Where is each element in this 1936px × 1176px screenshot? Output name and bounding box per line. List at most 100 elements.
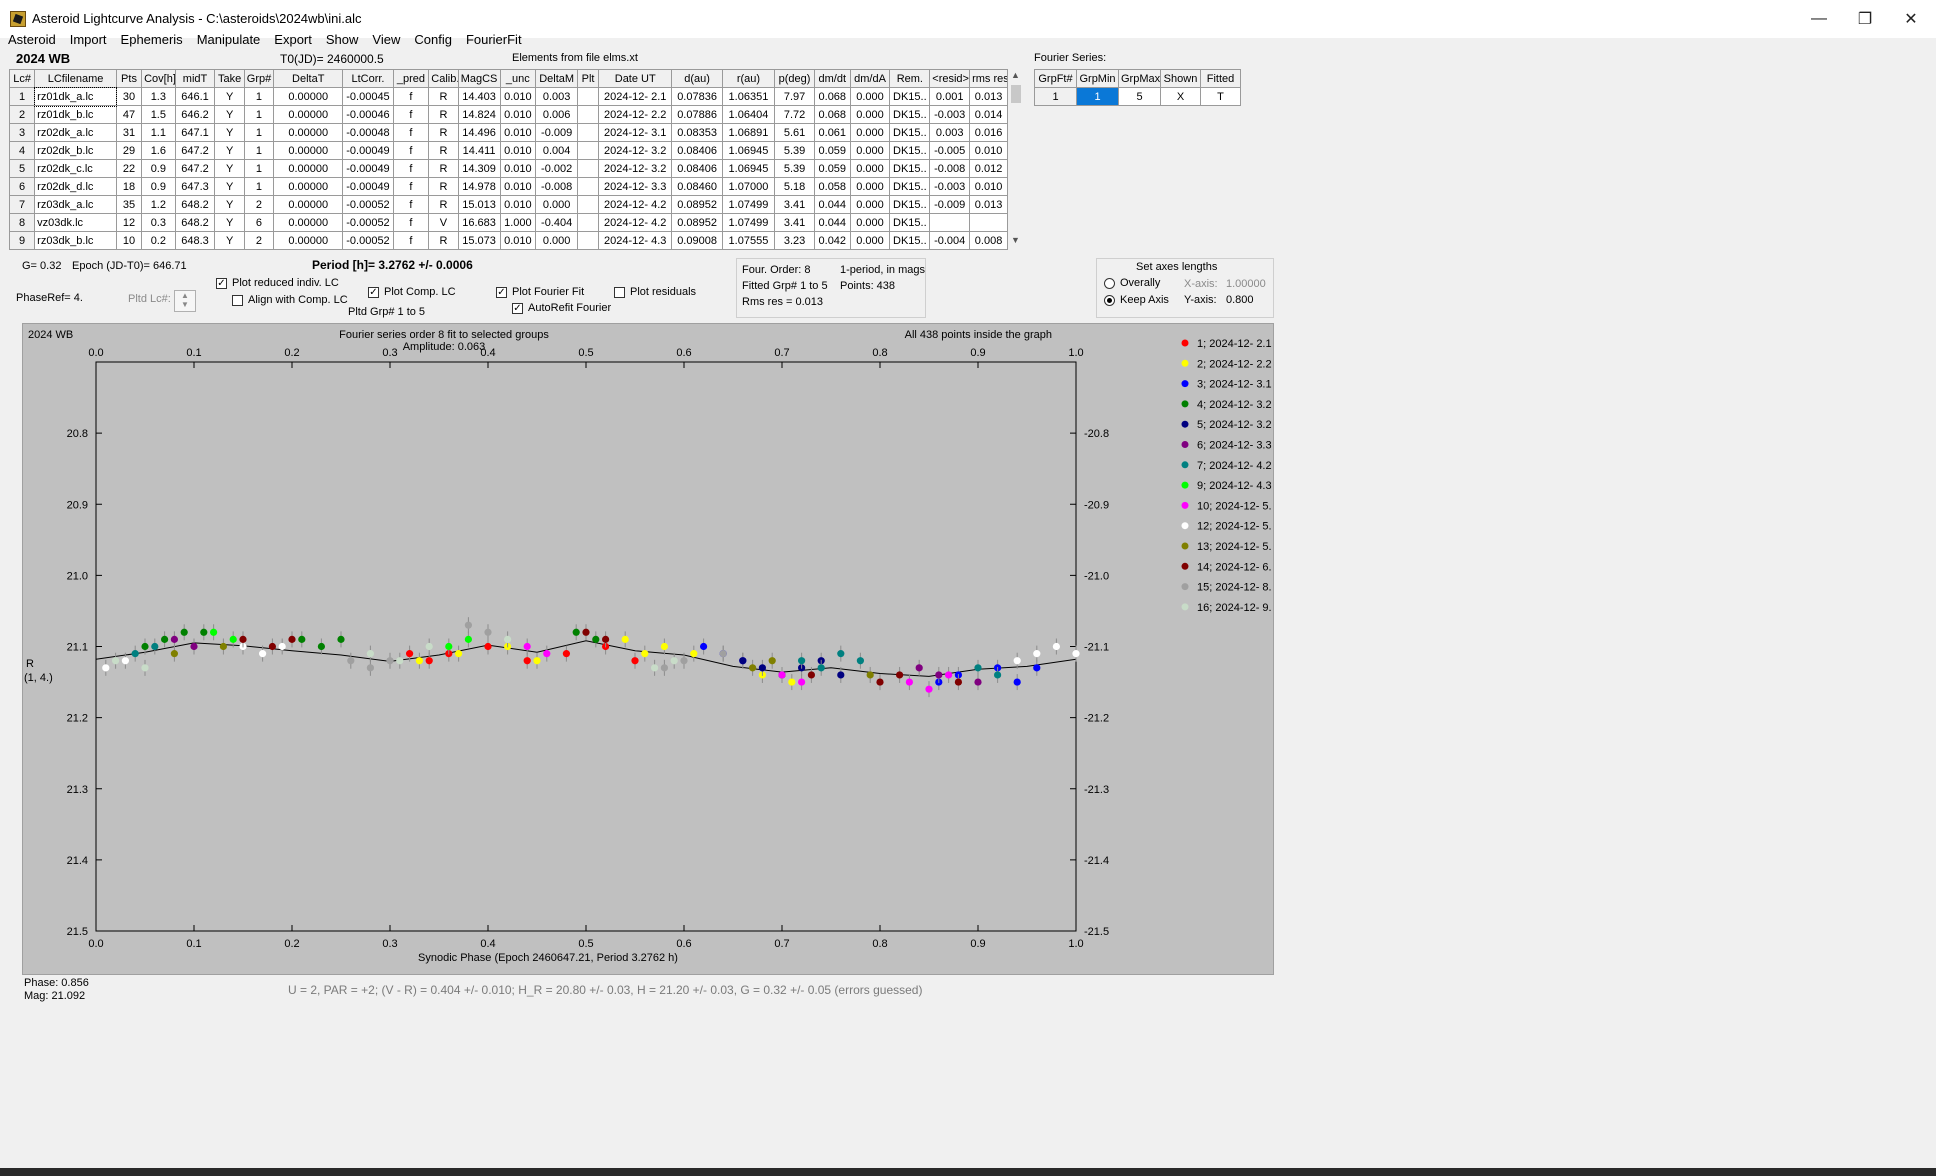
table-cell[interactable]: Y bbox=[214, 105, 245, 124]
table-cell[interactable]: 3.41 bbox=[774, 195, 815, 214]
table-cell[interactable]: R bbox=[428, 123, 459, 142]
table-cell[interactable]: 1.07499 bbox=[721, 195, 776, 214]
column-header[interactable]: Rem. bbox=[889, 69, 931, 88]
table-cell[interactable]: Y bbox=[214, 123, 245, 142]
table-row[interactable]: 1 rz01dk_a.lc 30 1.3 646.1 Y 1 0.00000 -0.00045 f… bbox=[8, 86, 1008, 107]
column-header[interactable]: midT bbox=[174, 69, 216, 88]
radio-on-icon[interactable] bbox=[1104, 294, 1115, 306]
table-cell[interactable]: 0.000 bbox=[849, 231, 891, 250]
table-cell[interactable]: 646.2 bbox=[174, 105, 216, 124]
table-cell[interactable]: 0.3 bbox=[141, 213, 176, 232]
column-header[interactable]: LtCorr. bbox=[342, 69, 394, 88]
table-cell[interactable]: 5.18 bbox=[774, 177, 815, 196]
checkbox-checked-icon[interactable]: ✓ bbox=[512, 302, 523, 314]
overally-radio[interactable]: Overally bbox=[1104, 277, 1160, 289]
table-cell[interactable]: 1.06404 bbox=[721, 105, 776, 124]
table-cell[interactable]: -0.008 bbox=[929, 159, 971, 178]
table-cell[interactable]: 0.08952 bbox=[671, 195, 723, 214]
table-cell[interactable]: 12 bbox=[115, 213, 143, 232]
fourier-series-table[interactable]: GrpFt# GrpMin GrpMax Shown Fitted 1 1 5 … bbox=[1034, 69, 1241, 106]
table-cell[interactable]: DK15.. bbox=[889, 141, 931, 160]
row-number[interactable]: 4 bbox=[8, 141, 36, 160]
table-cell[interactable]: 16.683 bbox=[457, 213, 501, 232]
table-cell[interactable]: 18 bbox=[115, 177, 143, 196]
table-cell[interactable]: f bbox=[392, 87, 430, 106]
table-cell[interactable]: 0.07886 bbox=[671, 105, 723, 124]
table-cell[interactable]: 2024-12- 3.3 bbox=[598, 177, 673, 196]
table-cell[interactable]: 3.41 bbox=[774, 213, 815, 232]
table-cell[interactable]: 0.000 bbox=[535, 231, 579, 250]
table-cell[interactable]: V bbox=[428, 213, 459, 232]
table-cell[interactable]: rz02dk_d.lc bbox=[34, 177, 117, 196]
table-cell[interactable]: 5.61 bbox=[774, 123, 815, 142]
table-cell[interactable]: 0.061 bbox=[813, 123, 851, 142]
table-cell[interactable] bbox=[577, 213, 600, 232]
table-cell[interactable]: 0.003 bbox=[535, 87, 579, 106]
table-cell[interactable]: 2024-12- 3.2 bbox=[598, 159, 673, 178]
table-cell[interactable]: 0.2 bbox=[141, 231, 176, 250]
table-row[interactable]: 9 rz03dk_b.lc 10 0.2 648.3 Y 2 0.00000 -0.00052 f… bbox=[8, 231, 1008, 250]
table-cell[interactable]: 0.000 bbox=[849, 87, 891, 106]
table-cell[interactable]: 647.3 bbox=[174, 177, 216, 196]
table-cell[interactable]: 0.08406 bbox=[671, 159, 723, 178]
table-cell[interactable]: 2024-12- 2.2 bbox=[598, 105, 673, 124]
table-cell[interactable]: -0.009 bbox=[535, 123, 579, 142]
table-cell[interactable]: 14.824 bbox=[457, 105, 501, 124]
table-cell[interactable]: f bbox=[392, 231, 430, 250]
table-cell[interactable]: 0.00000 bbox=[273, 195, 344, 214]
table-cell[interactable]: 22 bbox=[115, 159, 143, 178]
table-cell[interactable]: -0.003 bbox=[929, 177, 971, 196]
x-axis-value[interactable]: 1.00000 bbox=[1226, 278, 1266, 290]
table-cell[interactable]: 2024-12- 3.2 bbox=[598, 141, 673, 160]
table-cell[interactable]: R bbox=[428, 177, 459, 196]
table-row[interactable]: 3 rz02dk_a.lc 31 1.1 647.1 Y 1 0.00000 -0.00048 f… bbox=[8, 123, 1008, 142]
row-number[interactable]: 9 bbox=[8, 231, 36, 250]
table-cell[interactable]: R bbox=[428, 159, 459, 178]
table-cell[interactable]: f bbox=[392, 123, 430, 142]
table-row[interactable]: 2 rz01dk_b.lc 47 1.5 646.2 Y 1 0.00000 -0.00046 f… bbox=[8, 105, 1008, 124]
plot-reduced-checkbox[interactable]: ✓ Plot reduced indiv. LC bbox=[216, 277, 339, 289]
table-cell[interactable]: 1.1 bbox=[141, 123, 176, 142]
table-cell[interactable]: 2024-12- 4.3 bbox=[598, 231, 673, 250]
table-cell[interactable]: DK15.. bbox=[889, 159, 931, 178]
checkbox-checked-icon[interactable]: ✓ bbox=[496, 286, 507, 298]
table-cell[interactable]: 0.00000 bbox=[273, 177, 344, 196]
autorefit-checkbox[interactable]: ✓ AutoRefit Fourier bbox=[512, 302, 611, 314]
checkbox-checked-icon[interactable]: ✓ bbox=[368, 286, 379, 298]
table-cell[interactable]: Y bbox=[214, 141, 245, 160]
table-cell[interactable]: 1.07555 bbox=[721, 231, 776, 250]
table-cell[interactable]: 15.013 bbox=[457, 195, 501, 214]
table-cell[interactable]: rz02dk_b.lc bbox=[34, 141, 117, 160]
table-cell[interactable]: 2 bbox=[243, 195, 275, 214]
column-header[interactable]: Take bbox=[214, 69, 245, 88]
close-button[interactable]: ✕ bbox=[1888, 0, 1934, 38]
table-cell[interactable]: 6 bbox=[243, 213, 275, 232]
table-cell[interactable]: 0.044 bbox=[813, 213, 851, 232]
lightcurve-plot[interactable]: 2024 WB Fourier series order 8 fit to se… bbox=[22, 323, 1272, 973]
table-cell[interactable]: 0.000 bbox=[849, 141, 891, 160]
table-cell[interactable]: Y bbox=[214, 87, 245, 106]
table-cell[interactable]: DK15.. bbox=[889, 87, 931, 106]
row-number[interactable]: 3 bbox=[8, 123, 36, 142]
table-cell[interactable]: 10 bbox=[115, 231, 143, 250]
table-cell[interactable]: 647.1 bbox=[174, 123, 216, 142]
table-cell[interactable]: 15.073 bbox=[457, 231, 501, 250]
table-cell[interactable]: -0.00048 bbox=[342, 123, 394, 142]
table-cell[interactable]: 0.9 bbox=[141, 159, 176, 178]
table-cell[interactable]: 1.000 bbox=[499, 213, 537, 232]
table-cell[interactable]: 0.08952 bbox=[671, 213, 723, 232]
table-cell[interactable]: DK15.. bbox=[889, 123, 931, 142]
table-cell[interactable]: 0.000 bbox=[849, 123, 891, 142]
table-cell[interactable]: rz01dk_b.lc bbox=[34, 105, 117, 124]
restore-button[interactable]: ❐ bbox=[1842, 0, 1888, 38]
row-number[interactable]: 7 bbox=[8, 195, 36, 214]
table-cell[interactable]: Y bbox=[214, 159, 245, 178]
table-cell[interactable]: 0.00000 bbox=[273, 123, 344, 142]
table-cell[interactable]: 29 bbox=[115, 141, 143, 160]
column-header[interactable]: <resid> bbox=[929, 69, 971, 88]
table-row[interactable]: 4 rz02dk_b.lc 29 1.6 647.2 Y 1 0.00000 -0.00049 f… bbox=[8, 141, 1008, 160]
table-cell[interactable]: 0.00000 bbox=[273, 213, 344, 232]
row-number[interactable]: 8 bbox=[8, 213, 36, 232]
table-cell[interactable]: 14.496 bbox=[457, 123, 501, 142]
table-cell[interactable]: 1 bbox=[243, 87, 275, 106]
